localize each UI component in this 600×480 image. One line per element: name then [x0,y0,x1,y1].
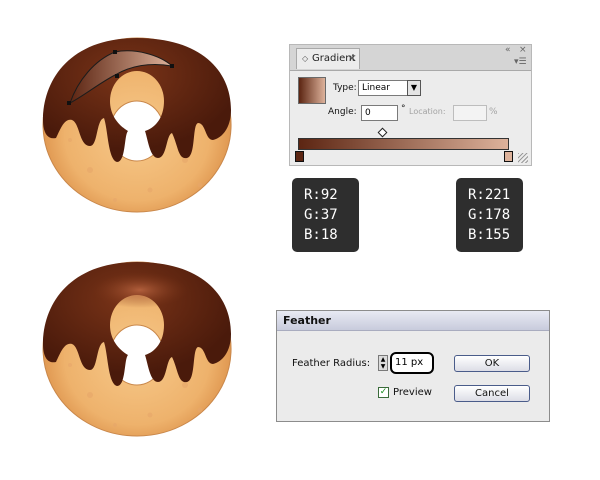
radius-spinner-icon[interactable]: ▲ ▼ [378,355,388,371]
degree-symbol: ° [401,104,406,114]
resize-grip-icon[interactable] [518,153,528,163]
tab-gradient[interactable]: ◇ Gradient × [296,48,360,69]
tab-close-icon[interactable]: × [348,49,356,68]
feather-radius-input[interactable]: 11 px [390,352,434,374]
angle-label: Angle: [328,107,357,117]
tab-diamond-icon: ◇ [302,54,309,63]
badge-b-value: 18 [320,227,338,243]
badge-g-label: G: [468,207,485,223]
gradient-panel-tabbar: ◇ Gradient × « × ▾☰ [290,45,531,71]
percent-symbol: % [489,107,498,117]
type-label: Type: [333,83,357,93]
preview-label: Preview [393,387,432,398]
badge-g-label: G: [304,207,321,223]
badge-g-value: 178 [484,207,511,223]
location-input[interactable] [453,105,487,121]
color-badge-end: R:221 G:178 B:155 [456,178,523,252]
gradient-swatch[interactable] [298,77,326,104]
badge-r-label: R: [468,187,485,203]
ok-button[interactable]: OK [454,355,530,372]
donut-bottom [42,261,232,437]
badge-g-value: 37 [320,207,338,223]
badge-r-value: 221 [484,187,511,203]
color-badge-start: R:92 G:37 B:18 [292,178,359,252]
panel-close-icon[interactable]: × [519,45,527,55]
gradient-panel: ◇ Gradient × « × ▾☰ Type: Linear ▼ Angle… [289,44,532,166]
donut-illustrations [42,37,232,437]
chevron-down-icon[interactable]: ▼ [407,80,421,96]
gradient-stop-start[interactable] [295,151,304,162]
collapse-icon[interactable]: « [505,45,511,55]
midpoint-diamond-icon[interactable] [377,127,388,138]
cancel-button[interactable]: Cancel [454,385,530,402]
badge-b-value: 155 [484,227,511,243]
panel-menu-icon[interactable]: ▾☰ [514,57,527,67]
badge-r-label: R: [304,187,321,203]
badge-b-label: B: [304,227,321,243]
feather-dialog: Feather Feather Radius: ▲ ▼ 11 px ✓ Previ… [276,310,550,422]
location-label: Location: [409,107,446,116]
badge-r-value: 92 [320,187,338,203]
dialog-title: Feather [277,311,549,331]
angle-input[interactable]: 0 [361,105,398,121]
feather-radius-value: 11 px [395,357,424,368]
angle-value: 0 [365,108,371,118]
gradient-slider[interactable] [298,138,509,150]
preview-checkbox[interactable]: ✓ [378,387,389,398]
badge-b-label: B: [468,227,485,243]
donut-top [42,37,232,213]
gradient-stop-end[interactable] [504,151,513,162]
type-select-value: Linear [362,83,390,93]
feather-radius-label: Feather Radius: [292,358,371,369]
